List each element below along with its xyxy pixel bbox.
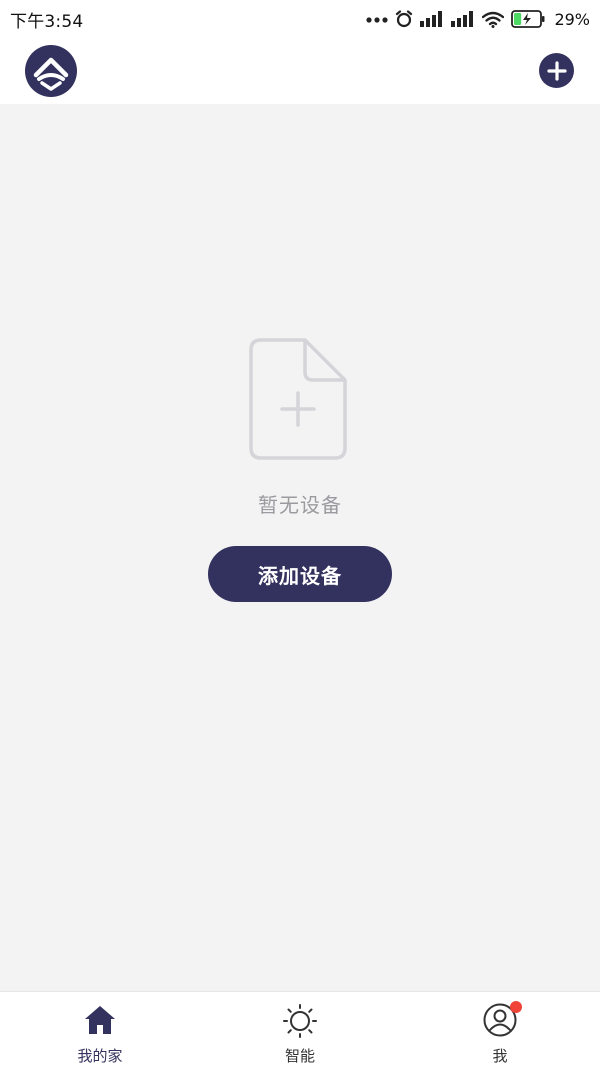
tab-my-home[interactable]: 我的家 [0, 992, 200, 1067]
sun-icon [282, 1002, 318, 1038]
notification-badge [510, 1001, 522, 1013]
alarm-icon [396, 10, 413, 28]
tab-bar: 我的家 智能 我 [0, 991, 600, 1067]
status-bar: 下午3:54 29% [0, 0, 600, 38]
wifi-icon [482, 11, 505, 28]
more-dots-icon [366, 17, 389, 23]
tab-smart[interactable]: 智能 [200, 992, 400, 1067]
signal-icon-2 [451, 11, 474, 27]
main-content: 暂无设备 添加设备 [0, 104, 600, 991]
add-button[interactable] [539, 53, 574, 88]
empty-state-text: 暂无设备 [258, 493, 342, 517]
tab-label: 我 [492, 1047, 508, 1065]
app-logo-icon [25, 45, 77, 97]
battery-icon [511, 10, 545, 28]
tab-me[interactable]: 我 [400, 992, 600, 1067]
add-device-button[interactable]: 添加设备 [208, 546, 392, 602]
app-header [0, 38, 600, 104]
tab-label: 我的家 [77, 1047, 123, 1065]
status-icons: 29% [366, 10, 590, 29]
status-time: 下午3:54 [10, 11, 84, 32]
plus-icon [546, 60, 567, 81]
battery-percent: 29% [554, 9, 590, 29]
home-icon [82, 1002, 118, 1038]
add-file-icon [249, 338, 347, 462]
tab-label: 智能 [284, 1047, 315, 1065]
signal-icon [420, 11, 443, 27]
